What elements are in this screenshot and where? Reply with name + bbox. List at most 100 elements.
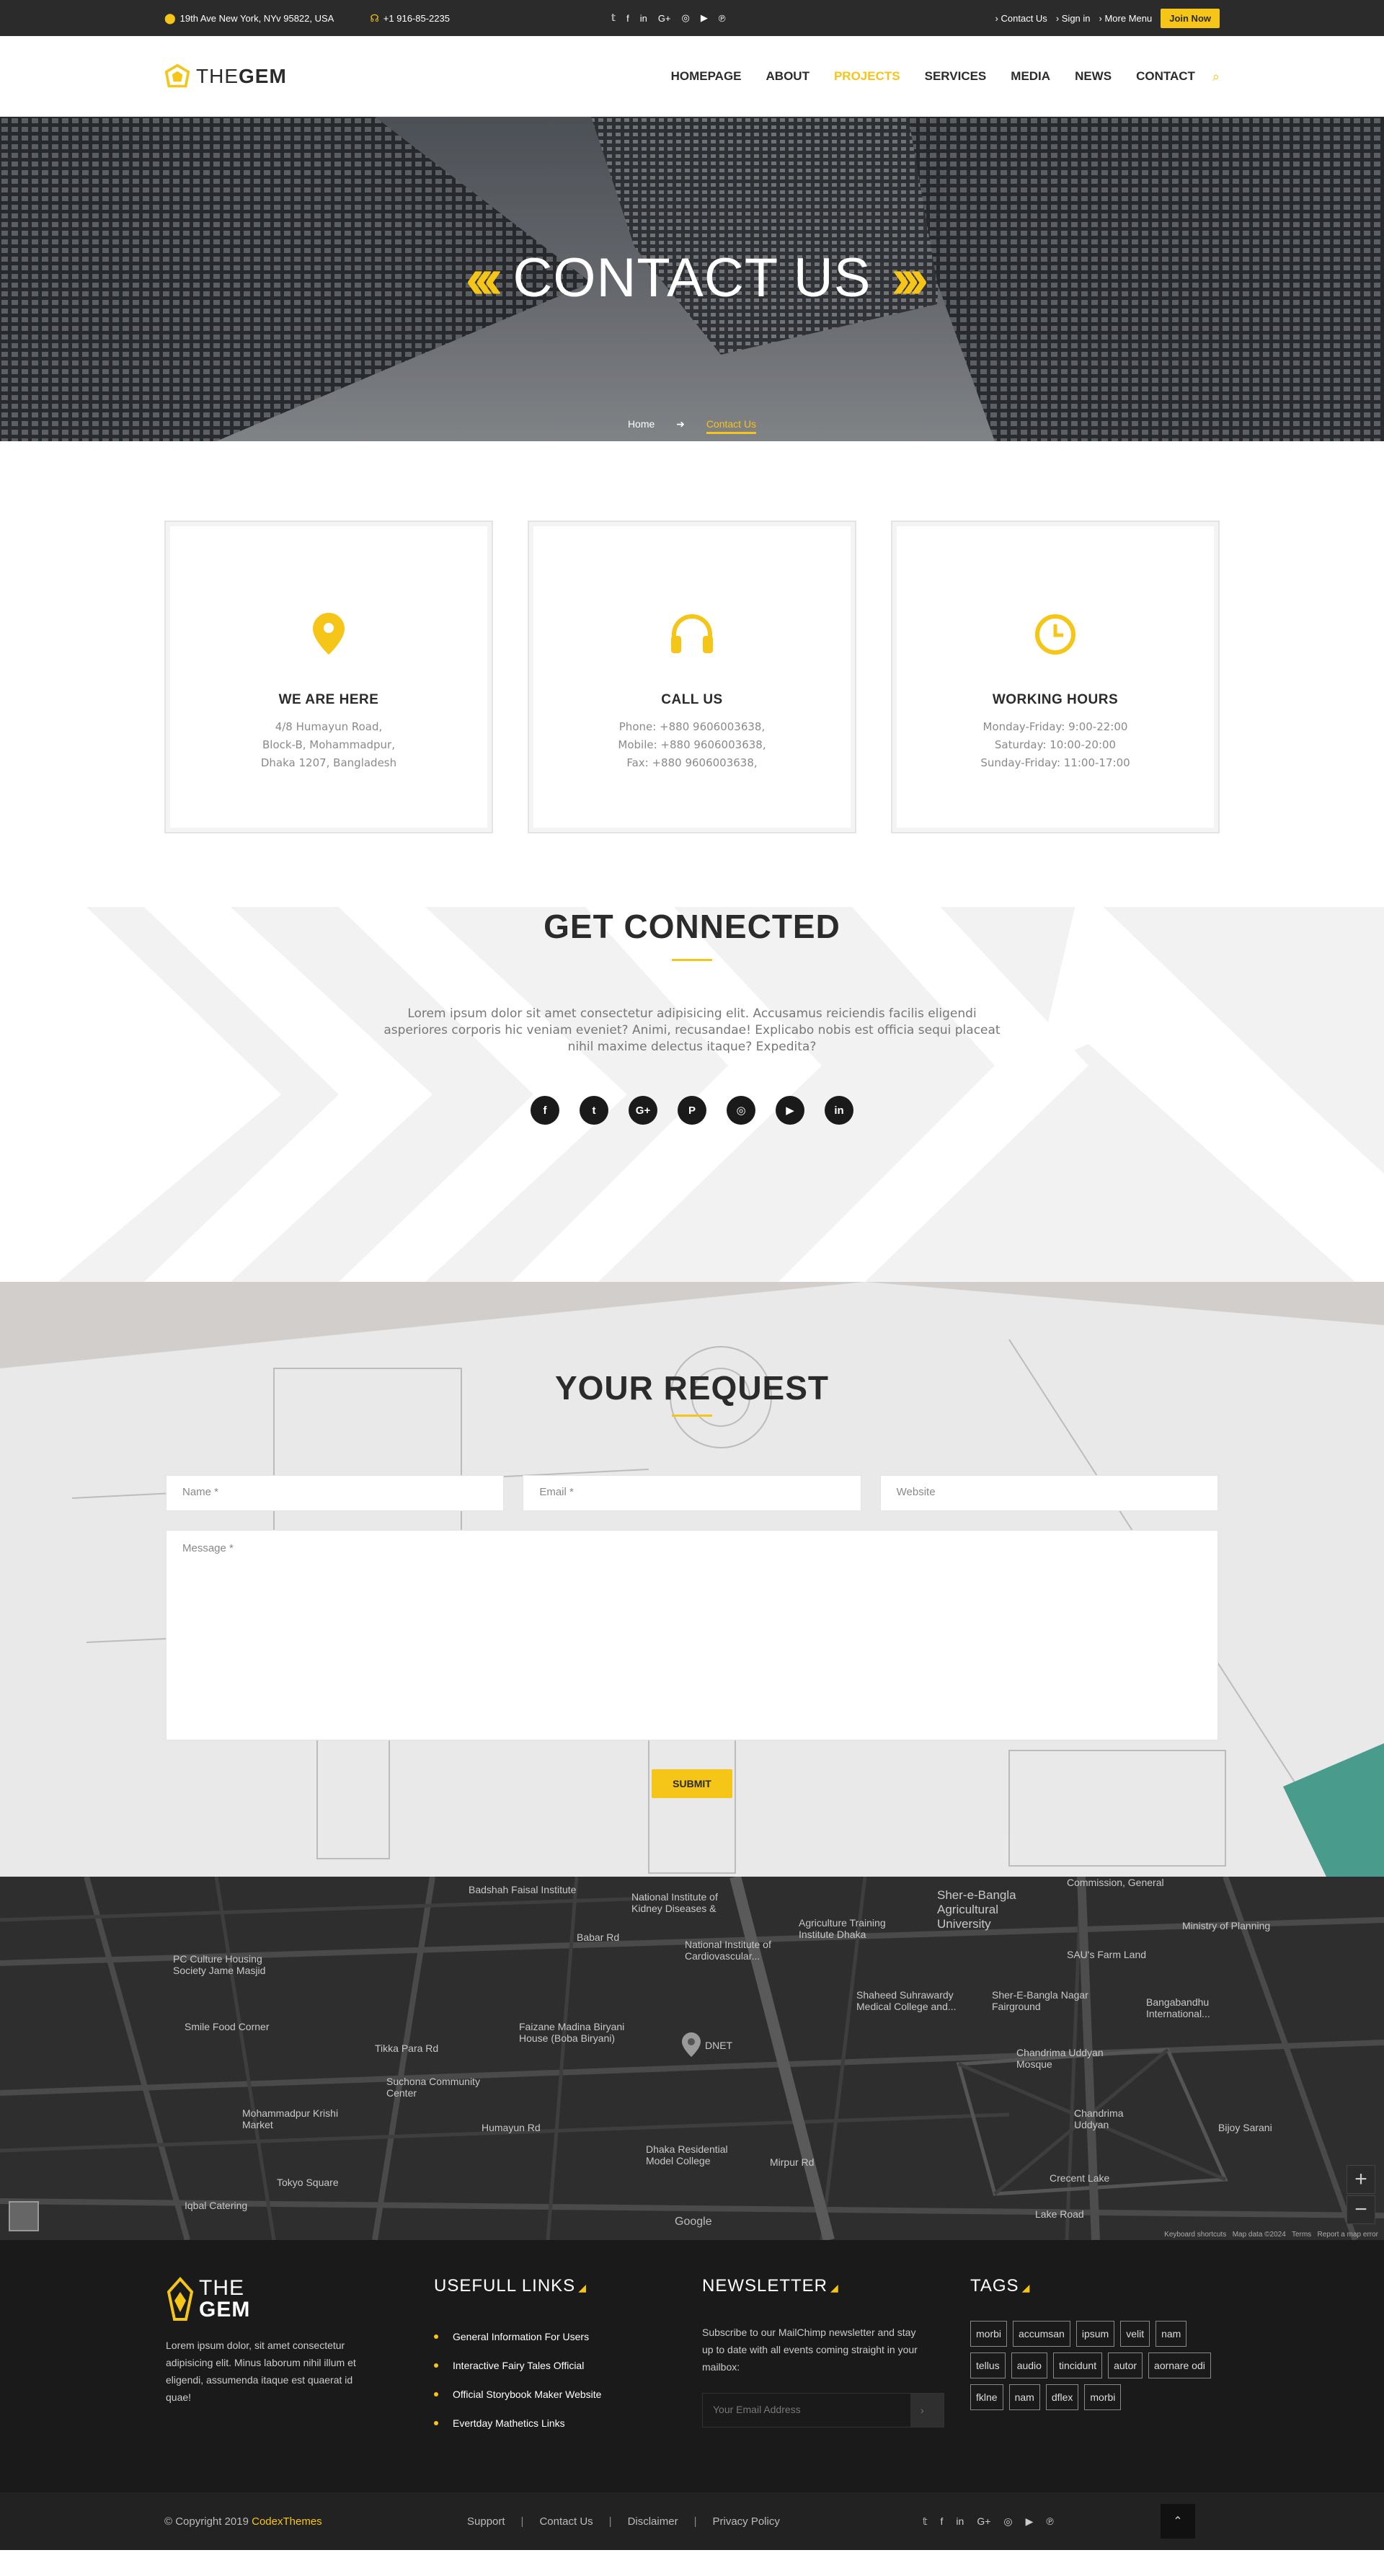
youtube-icon[interactable]: ▶ xyxy=(1026,2515,1034,2528)
instagram-icon[interactable]: ◎ xyxy=(682,12,690,24)
tag[interactable]: fklne xyxy=(970,2384,1003,2410)
twitter-icon[interactable]: t xyxy=(580,1096,608,1125)
pinterest-icon[interactable]: ℗ xyxy=(719,13,726,24)
bottom-link-support[interactable]: Support xyxy=(467,2515,505,2528)
newsletter-email-input[interactable]: Your Email Address › xyxy=(702,2393,944,2427)
map-label: Crecent Lake xyxy=(1050,2172,1110,2184)
pinterest-icon[interactable]: P xyxy=(678,1096,706,1125)
map-attribution-link[interactable]: Terms xyxy=(1292,2231,1311,2239)
newsletter-submit-button[interactable]: › xyxy=(910,2394,944,2427)
search-icon[interactable]: ⌕ xyxy=(1212,69,1220,84)
google-logo: Google xyxy=(675,2216,712,2228)
map-label: Humayun Rd xyxy=(482,2122,541,2133)
section-title: GET CONNECTED xyxy=(544,908,840,945)
tag[interactable]: velit xyxy=(1120,2321,1150,2347)
tag-cloud: morbi accumsan ipsum velit nam tellus au… xyxy=(970,2321,1215,2410)
topbar-link-contact[interactable]: › Contact Us xyxy=(995,13,1047,24)
topbar-link-label: More Menu xyxy=(1104,12,1153,24)
copyright-text: © Copyright 2019 xyxy=(164,2515,249,2528)
map-label: Mirpur Rd xyxy=(770,2156,815,2168)
back-to-top-button[interactable]: ⌃ xyxy=(1161,2504,1195,2539)
footer-links: USEFULL LINKS ◢ General Information For U… xyxy=(434,2276,601,2446)
topbar-link-signin[interactable]: › Sign in xyxy=(1056,13,1091,24)
map-attribution-text: Map data ©2024 xyxy=(1232,2231,1286,2239)
linkedin-icon[interactable]: in xyxy=(640,13,647,24)
footer-link[interactable]: Interactive Fairy Tales Official xyxy=(434,2360,601,2371)
email-field[interactable]: Email * xyxy=(523,1475,861,1511)
nav-media[interactable]: MEDIA xyxy=(1011,69,1050,84)
google-plus-icon[interactable]: G+ xyxy=(977,2515,990,2528)
nav-contact[interactable]: CONTACT xyxy=(1136,69,1195,84)
nav-services[interactable]: SERVICES xyxy=(925,69,987,84)
footer-link[interactable]: Evertday Mathetics Links xyxy=(434,2417,601,2429)
message-field[interactable]: Message * xyxy=(166,1530,1218,1740)
tag[interactable]: accumsan xyxy=(1013,2321,1070,2347)
map-label: Agriculture Training Institute Dhaka xyxy=(799,1917,886,1940)
nav-about[interactable]: ABOUT xyxy=(766,69,809,84)
facebook-icon[interactable]: f xyxy=(626,13,629,24)
location-map[interactable]: Badshah Faisal Institute National Instit… xyxy=(0,1877,1384,2240)
google-plus-icon[interactable]: G+ xyxy=(658,13,671,24)
brand-link[interactable]: CodexThemes xyxy=(252,2515,322,2528)
facebook-icon[interactable]: f xyxy=(941,2515,944,2528)
footer-logo[interactable]: THE GEM xyxy=(166,2276,368,2322)
tag[interactable]: audio xyxy=(1011,2353,1047,2378)
linkedin-icon[interactable]: in xyxy=(956,2515,964,2528)
linkedin-icon[interactable]: in xyxy=(825,1096,853,1125)
topbar-link-more[interactable]: › More Menu xyxy=(1099,13,1153,24)
bottom-link-disclaimer[interactable]: Disclaimer xyxy=(628,2515,678,2528)
join-now-button[interactable]: Join Now xyxy=(1161,8,1220,28)
twitter-icon[interactable]: 𝕥 xyxy=(923,2515,928,2528)
footer-link[interactable]: General Information For Users xyxy=(434,2331,601,2342)
facebook-icon[interactable]: f xyxy=(531,1096,559,1125)
instagram-icon[interactable]: ◎ xyxy=(1003,2515,1012,2528)
tag[interactable]: aornare odi xyxy=(1148,2353,1211,2378)
footer-newsletter: NEWSLETTER ◢ Subscribe to our MailChimp n… xyxy=(702,2276,944,2427)
youtube-icon[interactable]: ▶ xyxy=(701,12,708,24)
logo-text: THEGEM xyxy=(196,65,287,88)
zoom-out-button[interactable]: − xyxy=(1347,2195,1375,2224)
nav-news[interactable]: NEWS xyxy=(1075,69,1112,84)
name-field[interactable]: Name * xyxy=(166,1475,505,1511)
pinterest-icon[interactable]: ℗ xyxy=(1046,2515,1053,2528)
nav-homepage[interactable]: HOMEPAGE xyxy=(671,69,742,84)
zoom-in-button[interactable]: + xyxy=(1347,2165,1375,2194)
section-text: Lorem ipsum dolor sit amet consectetur a… xyxy=(383,1006,1001,1054)
tag[interactable]: morbi xyxy=(970,2321,1008,2347)
map-marker-icon[interactable] xyxy=(682,2032,701,2057)
map-attribution-link[interactable]: Report a map error xyxy=(1318,2231,1378,2239)
main-nav: HOMEPAGE ABOUT PROJECTS SERVICES MEDIA N… xyxy=(647,69,1220,84)
get-connected-content: GET CONNECTED Lorem ipsum dolor sit amet… xyxy=(0,907,1384,1125)
tag[interactable]: ipsum xyxy=(1075,2321,1115,2347)
clock-icon xyxy=(892,613,1218,656)
bottom-link-privacy[interactable]: Privacy Policy xyxy=(712,2515,779,2528)
tag[interactable]: autor xyxy=(1108,2353,1143,2378)
footer-link[interactable]: Official Storybook Maker Website xyxy=(434,2389,601,2400)
website-field[interactable]: Website xyxy=(879,1475,1218,1511)
twitter-icon[interactable]: 𝕥 xyxy=(611,12,616,24)
tag[interactable]: dflex xyxy=(1045,2384,1079,2410)
nav-projects[interactable]: PROJECTS xyxy=(834,69,900,84)
bottom-link-contact[interactable]: Contact Us xyxy=(539,2515,593,2528)
google-plus-icon[interactable]: G+ xyxy=(629,1096,657,1125)
chevrons-right-icon: ››› xyxy=(891,245,929,310)
map-attribution-link[interactable]: Keyboard shortcuts xyxy=(1164,2231,1226,2239)
map-label: Faizane Madina Biryani House (Boba Birya… xyxy=(519,2021,625,2044)
map-label: Mohammadpur Krishi Market xyxy=(242,2107,339,2130)
youtube-icon[interactable]: ▶ xyxy=(776,1096,804,1125)
tag[interactable]: nam xyxy=(1008,2384,1040,2410)
logo-suffix: GEM xyxy=(239,65,287,87)
submit-button[interactable]: SUBMIT xyxy=(652,1769,732,1798)
logo[interactable]: THEGEM xyxy=(164,63,287,89)
breadcrumb-home[interactable]: Home xyxy=(628,418,655,430)
title-underline xyxy=(672,1415,712,1417)
footer-heading: TAGS ◢ xyxy=(970,2276,1215,2296)
footer-logo-text: THE GEM xyxy=(199,2278,250,2321)
tag[interactable]: tincidunt xyxy=(1052,2353,1103,2378)
top-bar: ⬤ 19th Ave New York, NYv 95822, USA ☊ +1… xyxy=(0,0,1384,36)
instagram-icon[interactable]: ◎ xyxy=(727,1096,755,1125)
tag[interactable]: tellus xyxy=(970,2353,1006,2378)
tag[interactable]: nam xyxy=(1155,2321,1187,2347)
map-type-toggle[interactable] xyxy=(9,2201,39,2231)
tag[interactable]: morbi xyxy=(1084,2384,1122,2410)
